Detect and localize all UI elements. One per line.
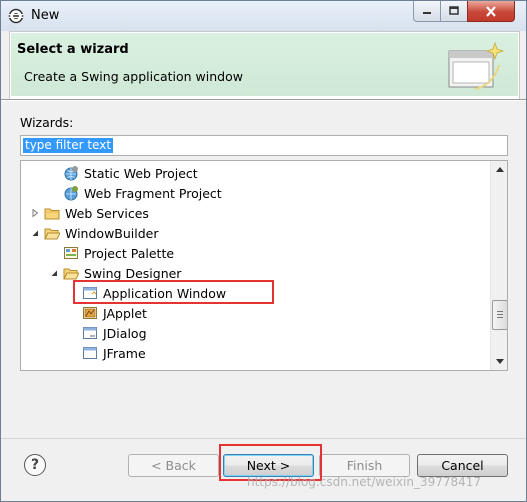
tree-item-project-palette[interactable]: Project Palette	[21, 243, 491, 263]
folder-open-icon	[63, 268, 79, 280]
help-button[interactable]: ?	[24, 454, 46, 476]
tree-item-label: JDialog	[103, 326, 147, 341]
filter-text: type filter text	[23, 138, 114, 153]
scroll-grip-line	[497, 314, 503, 315]
window-title: New	[31, 8, 60, 23]
dialog-icon	[83, 327, 97, 339]
button-bar-divider	[1, 438, 526, 439]
cancel-button[interactable]: Cancel	[417, 454, 508, 477]
maximize-button[interactable]	[440, 1, 468, 22]
tree-item-static-web-project[interactable]: Static Web Project	[21, 163, 491, 183]
scroll-up-button[interactable]	[491, 161, 507, 178]
wizards-tree[interactable]: Static Web Project Web Fragment Project …	[20, 160, 508, 371]
frame-icon	[83, 347, 97, 359]
tree-scrollbar[interactable]	[490, 161, 507, 370]
tree-item-label: Web Fragment Project	[84, 186, 222, 201]
tree-item-label: JApplet	[103, 306, 147, 321]
palette-icon	[64, 247, 78, 259]
tree-item-web-services[interactable]: Web Services	[21, 203, 491, 223]
maximize-icon	[449, 6, 459, 15]
folder-open-icon	[44, 228, 60, 240]
wizard-header: Select a wizard Create a Swing applicati…	[9, 31, 520, 100]
tree-item-label: Static Web Project	[84, 166, 198, 181]
folder-icon	[44, 208, 60, 220]
tree-item-label: JFrame	[103, 346, 146, 361]
tree-item-japplet[interactable]: JApplet	[21, 303, 491, 323]
tree-item-jframe[interactable]: JFrame	[21, 343, 491, 363]
scroll-up-arrow-icon	[495, 167, 504, 172]
scroll-thumb[interactable]	[492, 300, 507, 330]
eclipse-icon	[8, 8, 24, 24]
chevron-down-icon[interactable]	[31, 229, 39, 237]
help-icon: ?	[30, 457, 40, 473]
applet-icon	[83, 307, 97, 319]
header-divider-highlight	[1, 100, 526, 101]
chevron-down-icon[interactable]	[50, 269, 58, 277]
tree-item-web-fragment-project[interactable]: Web Fragment Project	[21, 183, 491, 203]
web-fragment-icon	[64, 186, 78, 201]
title-bar: New	[1, 1, 526, 31]
finish-button[interactable]: Finish	[319, 454, 410, 477]
header-description: Create a Swing application window	[24, 69, 243, 84]
tree-item-label: Project Palette	[84, 246, 175, 261]
wizards-label: Wizards:	[20, 115, 74, 130]
filter-input[interactable]: type filter text	[20, 135, 508, 156]
tree-item-label: WindowBuilder	[65, 226, 159, 241]
new-wizard-dialog: New Select a wizard Create a Swing appli…	[0, 0, 527, 502]
header-band: Select a wizard Create a Swing applicati…	[11, 33, 518, 96]
wizard-banner-icon	[448, 41, 505, 90]
tree-item-label: Web Services	[65, 206, 149, 221]
minimize-button[interactable]	[413, 1, 441, 22]
scroll-down-arrow-icon	[495, 359, 504, 364]
minimize-icon	[423, 12, 431, 14]
header-title: Select a wizard	[17, 42, 129, 57]
scroll-grip-line	[497, 317, 503, 318]
tree-item-label: Swing Designer	[84, 266, 182, 281]
close-button[interactable]	[467, 1, 515, 22]
highlight-box-application-window	[73, 280, 274, 304]
watermark-text: https://blog.csdn.net/weixin_39778417	[247, 475, 482, 489]
scroll-down-button[interactable]	[491, 353, 507, 370]
back-button[interactable]: < Back	[128, 454, 219, 477]
chevron-right-icon[interactable]	[31, 209, 39, 217]
tree-item-windowbuilder[interactable]: WindowBuilder	[21, 223, 491, 243]
web-project-icon	[64, 166, 78, 181]
close-icon	[486, 5, 496, 17]
tree-item-jdialog[interactable]: JDialog	[21, 323, 491, 343]
scroll-grip-line	[497, 311, 503, 312]
